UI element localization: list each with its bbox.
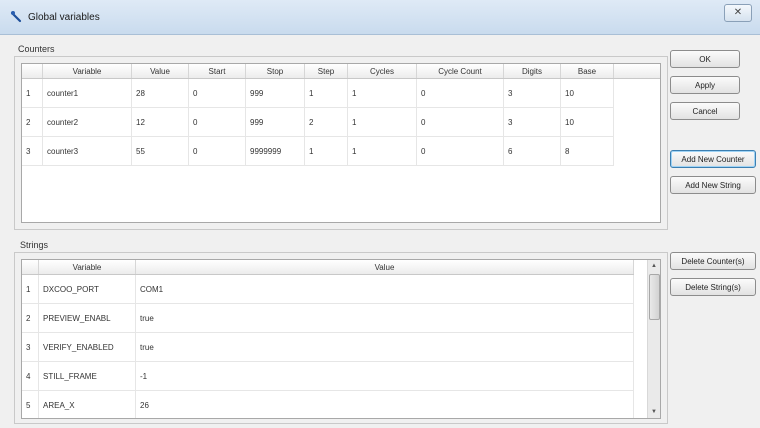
counters-col-filler xyxy=(613,64,660,79)
counters-table[interactable]: Variable Value Start Stop Step Cycles Cy… xyxy=(21,63,661,223)
apply-button[interactable]: Apply xyxy=(670,76,740,94)
cell-value[interactable]: true xyxy=(135,303,634,333)
counters-col-value[interactable]: Value xyxy=(131,64,189,79)
scroll-down-icon[interactable]: ▼ xyxy=(648,406,660,418)
add-new-string-button[interactable]: Add New String xyxy=(670,176,756,194)
app-icon xyxy=(10,11,22,23)
scroll-up-icon[interactable]: ▲ xyxy=(648,260,660,272)
cell-value[interactable]: 26 xyxy=(135,390,634,418)
row-index: 1 xyxy=(22,78,43,108)
cell-start[interactable]: 0 xyxy=(188,136,246,166)
counters-col-step[interactable]: Step xyxy=(304,64,348,79)
cell-filler xyxy=(614,79,661,108)
cell-stop[interactable]: 9999999 xyxy=(245,136,305,166)
window-title: Global variables xyxy=(28,12,100,23)
cell-stop[interactable]: 999 xyxy=(245,78,305,108)
title-bar: Global variables ✕ xyxy=(0,0,760,35)
row-index: 3 xyxy=(22,136,43,166)
cell-digits[interactable]: 6 xyxy=(503,136,561,166)
cell-step[interactable]: 2 xyxy=(304,107,348,137)
delete-strings-button[interactable]: Delete String(s) xyxy=(670,278,756,296)
cell-value[interactable]: 55 xyxy=(131,136,189,166)
strings-header-row: Variable Value xyxy=(22,260,634,275)
counters-col-digits[interactable]: Digits xyxy=(503,64,561,79)
table-row[interactable]: 3 VERIFY_ENABLED true xyxy=(22,332,634,362)
add-new-counter-button[interactable]: Add New Counter xyxy=(670,150,756,168)
cell-stop[interactable]: 999 xyxy=(245,107,305,137)
strings-col-value[interactable]: Value xyxy=(135,260,634,275)
cell-variable[interactable]: DXCOO_PORT xyxy=(38,274,136,304)
cell-value[interactable]: 12 xyxy=(131,107,189,137)
table-row[interactable]: 4 STILL_FRAME -1 xyxy=(22,361,634,391)
row-index: 3 xyxy=(22,332,39,362)
counters-col-cycles[interactable]: Cycles xyxy=(347,64,417,79)
strings-table[interactable]: Variable Value 1 DXCOO_PORT COM1 2 PREVI… xyxy=(21,259,661,419)
cell-cycles[interactable]: 1 xyxy=(347,107,417,137)
counters-col-index xyxy=(22,64,43,79)
cell-digits[interactable]: 3 xyxy=(503,107,561,137)
cell-base[interactable]: 10 xyxy=(560,78,614,108)
delete-counters-button[interactable]: Delete Counter(s) xyxy=(670,252,756,270)
counters-col-variable[interactable]: Variable xyxy=(42,64,132,79)
strings-group: Variable Value 1 DXCOO_PORT COM1 2 PREVI… xyxy=(14,252,668,424)
table-row[interactable]: 1 DXCOO_PORT COM1 xyxy=(22,274,634,304)
cell-variable[interactable]: STILL_FRAME xyxy=(38,361,136,391)
counters-header-row: Variable Value Start Stop Step Cycles Cy… xyxy=(22,64,660,79)
counters-col-cycle-count[interactable]: Cycle Count xyxy=(416,64,504,79)
cancel-button[interactable]: Cancel xyxy=(670,102,740,120)
strings-scrollbar[interactable]: ▲ ▼ xyxy=(647,260,660,418)
cell-start[interactable]: 0 xyxy=(188,78,246,108)
table-row[interactable]: 1 counter1 28 0 999 1 1 0 3 10 xyxy=(22,78,661,108)
counters-group: Variable Value Start Stop Step Cycles Cy… xyxy=(14,56,668,230)
cell-step[interactable]: 1 xyxy=(304,136,348,166)
cell-base[interactable]: 10 xyxy=(560,107,614,137)
cell-value[interactable]: COM1 xyxy=(135,274,634,304)
table-row[interactable]: 2 PREVIEW_ENABL true xyxy=(22,303,634,333)
counters-col-start[interactable]: Start xyxy=(188,64,246,79)
row-index: 5 xyxy=(22,390,39,418)
cell-variable[interactable]: AREA_X xyxy=(38,390,136,418)
cell-filler xyxy=(614,137,661,166)
row-index: 4 xyxy=(22,361,39,391)
cell-cycles[interactable]: 1 xyxy=(347,136,417,166)
counters-col-base[interactable]: Base xyxy=(560,64,614,79)
ok-button[interactable]: OK xyxy=(670,50,740,68)
cell-digits[interactable]: 3 xyxy=(503,78,561,108)
counters-group-label: Counters xyxy=(18,44,55,54)
strings-col-index xyxy=(22,260,39,275)
cell-variable[interactable]: PREVIEW_ENABL xyxy=(38,303,136,333)
table-row[interactable]: 5 AREA_X 26 xyxy=(22,390,634,418)
cell-base[interactable]: 8 xyxy=(560,136,614,166)
cell-filler xyxy=(614,108,661,137)
cell-variable[interactable]: counter1 xyxy=(42,78,132,108)
row-index: 2 xyxy=(22,107,43,137)
row-index: 2 xyxy=(22,303,39,333)
strings-col-variable[interactable]: Variable xyxy=(38,260,136,275)
cell-cycle-count[interactable]: 0 xyxy=(416,107,504,137)
cell-value[interactable]: true xyxy=(135,332,634,362)
cell-start[interactable]: 0 xyxy=(188,107,246,137)
cell-value[interactable]: -1 xyxy=(135,361,634,391)
close-button[interactable]: ✕ xyxy=(724,4,752,22)
cell-variable[interactable]: VERIFY_ENABLED xyxy=(38,332,136,362)
scroll-thumb[interactable] xyxy=(649,274,660,320)
cell-step[interactable]: 1 xyxy=(304,78,348,108)
cell-cycle-count[interactable]: 0 xyxy=(416,78,504,108)
close-icon: ✕ xyxy=(733,7,743,18)
cell-value[interactable]: 28 xyxy=(131,78,189,108)
table-row[interactable]: 2 counter2 12 0 999 2 1 0 3 10 xyxy=(22,107,661,137)
cell-variable[interactable]: counter3 xyxy=(42,136,132,166)
cell-cycles[interactable]: 1 xyxy=(347,78,417,108)
strings-group-label: Strings xyxy=(20,240,49,250)
cell-variable[interactable]: counter2 xyxy=(42,107,132,137)
table-row[interactable]: 3 counter3 55 0 9999999 1 1 0 6 8 xyxy=(22,136,661,166)
cell-cycle-count[interactable]: 0 xyxy=(416,136,504,166)
counters-col-stop[interactable]: Stop xyxy=(245,64,305,79)
row-index: 1 xyxy=(22,274,39,304)
